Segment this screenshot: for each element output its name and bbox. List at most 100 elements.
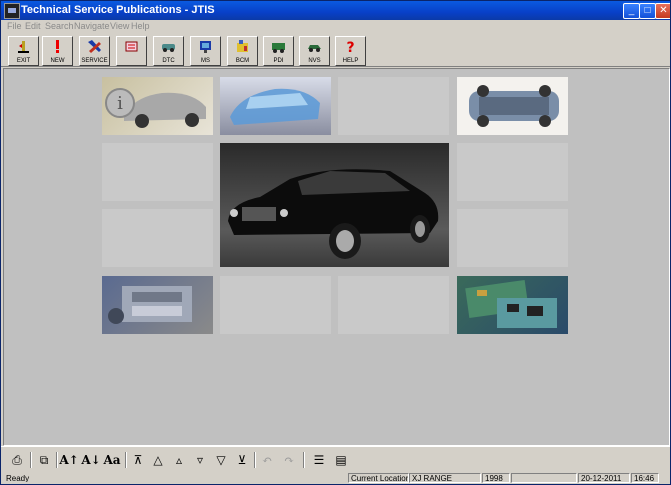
page-down-button[interactable]: ▽: [211, 450, 231, 470]
black-jaguar-sedan-image: [228, 169, 439, 259]
first-page-icon: ⊼: [133, 453, 143, 467]
contents-button[interactable]: ☰: [309, 450, 329, 470]
toolbar-separator: [56, 452, 58, 468]
page-down-icon: ▽: [216, 453, 226, 467]
title-bar: Technical Service Publications - JTIS _ …: [1, 1, 670, 20]
dtc-button[interactable]: DTC: [153, 36, 184, 66]
font-larger-button[interactable]: A↑: [59, 450, 79, 470]
tile-empty-3: [457, 143, 568, 201]
nvs-label: NVS: [308, 58, 321, 64]
tile-information-car[interactable]: i: [102, 77, 213, 135]
tile-empty-6: [220, 276, 331, 334]
tile-chassis-underbody[interactable]: [457, 77, 568, 135]
body-control-icon: [237, 40, 248, 52]
status-empty-panel: [511, 473, 577, 483]
document-icon: ▤: [335, 453, 347, 467]
font-smaller-icon: A↓: [81, 453, 101, 467]
font-larger-icon: A↑: [59, 453, 79, 467]
tile-featured-car[interactable]: [220, 143, 449, 267]
exclamation-icon: [56, 40, 59, 53]
back-icon: ↶: [261, 453, 273, 467]
question-icon: ?: [346, 40, 354, 54]
print-icon: ⎙: [12, 453, 22, 467]
window-title: Technical Service Publications - JTIS: [21, 4, 215, 16]
status-location-label: Current Location: [348, 473, 409, 483]
bcm-button[interactable]: BCM: [227, 36, 258, 66]
minimize-button[interactable]: _: [623, 3, 640, 19]
application-window: Technical Service Publications - JTIS _ …: [0, 0, 671, 485]
status-location-value: XJ RANGE: [409, 473, 481, 483]
tile-empty-7: [338, 276, 449, 334]
font-style-button[interactable]: Aa: [102, 450, 122, 470]
nvs-button[interactable]: NVS: [299, 36, 330, 66]
exit-icon: [18, 41, 29, 53]
exit-button[interactable]: EXIT: [8, 36, 39, 66]
toolbar-separator: [125, 452, 127, 468]
help-button[interactable]: ? HELP: [335, 36, 366, 66]
app-icon[interactable]: [4, 3, 20, 19]
svg-text:?: ?: [346, 40, 354, 54]
monitor-icon: [200, 41, 211, 53]
first-page-button[interactable]: ⊼: [128, 450, 148, 470]
menu-bar: File Edit Search Navigate View Help: [1, 20, 670, 34]
maximize-button[interactable]: □: [639, 3, 656, 19]
status-bar: Ready Current Location XJ RANGE 1998 20-…: [1, 473, 670, 484]
forward-icon: ↷: [283, 453, 295, 467]
toolbar-separator: [254, 452, 256, 468]
tile-electronics[interactable]: [457, 276, 568, 334]
wrench-icon: [88, 40, 101, 53]
silver-coupe-info-image: i: [105, 88, 206, 128]
status-date: 20-12-2011: [578, 473, 630, 483]
engine-bay-image: [108, 286, 192, 324]
service-button[interactable]: SERVICE: [79, 36, 110, 66]
copy-button[interactable]: ⧉: [34, 450, 54, 470]
car-icon: [308, 45, 321, 52]
toolbar-separator: [30, 452, 32, 468]
last-page-button[interactable]: ⊻: [232, 450, 252, 470]
back-button[interactable]: ↶: [257, 450, 277, 470]
menu-search[interactable]: Search: [45, 21, 74, 31]
diagnostic-icon: [162, 44, 175, 52]
menu-file[interactable]: File: [7, 21, 22, 31]
line-down-button[interactable]: ▿: [190, 450, 210, 470]
forward-button[interactable]: ↷: [279, 450, 299, 470]
tile-engine[interactable]: [102, 276, 213, 334]
tile-empty-4: [102, 209, 213, 267]
electrical-icon: [125, 41, 138, 52]
document-button[interactable]: ▤: [331, 450, 351, 470]
service-label: SERVICE: [81, 58, 108, 64]
ms-label: MS: [201, 58, 210, 64]
tile-empty-1: [338, 77, 449, 135]
exit-label: EXIT: [16, 58, 31, 64]
menu-help[interactable]: Help: [131, 21, 150, 31]
ms-button[interactable]: MS: [190, 36, 221, 66]
main-toolbar: EXIT NEW SERVICE DTC MS BCM PDI NVS ? HE…: [1, 34, 670, 67]
tile-empty-2: [102, 143, 213, 201]
menu-edit[interactable]: Edit: [25, 21, 41, 31]
close-button[interactable]: ✕: [655, 3, 670, 19]
chassis-underbody-image: [469, 85, 559, 127]
status-time: 16:46: [631, 473, 659, 483]
font-smaller-button[interactable]: A↓: [81, 450, 101, 470]
new-label: NEW: [50, 58, 65, 64]
svg-text:i: i: [117, 93, 123, 114]
line-up-button[interactable]: ▵: [169, 450, 189, 470]
menu-view[interactable]: View: [110, 21, 129, 31]
dtc-label: DTC: [162, 58, 175, 64]
menu-navigate[interactable]: Navigate: [74, 21, 110, 31]
tile-grid-area: i: [3, 68, 670, 446]
pdi-button[interactable]: PDI: [263, 36, 294, 66]
status-ready: Ready: [6, 474, 30, 483]
page-up-button[interactable]: △: [148, 450, 168, 470]
new-button[interactable]: NEW: [42, 36, 73, 66]
toolbar-separator: [303, 452, 305, 468]
tile-body-structure[interactable]: [220, 77, 331, 135]
electrical-button[interactable]: [116, 36, 147, 66]
copy-icon: ⧉: [39, 453, 49, 467]
pdi-label: PDI: [273, 58, 284, 64]
line-down-icon: ▿: [196, 453, 204, 467]
blue-body-shell-image: [230, 88, 320, 125]
last-page-icon: ⊻: [237, 453, 247, 467]
print-button[interactable]: ⎙: [7, 450, 27, 470]
font-style-icon: Aa: [103, 453, 121, 467]
